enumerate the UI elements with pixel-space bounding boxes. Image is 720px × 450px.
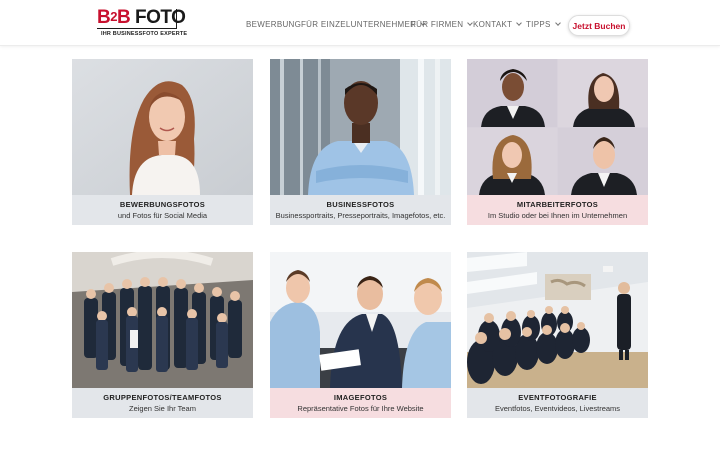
card-title: EVENTFOTOGRAFIE bbox=[518, 393, 597, 402]
nav-item-bewerbung[interactable]: BEWERBUNG bbox=[246, 20, 301, 29]
card-caption: BEWERBUNGSFOTOS und Fotos für Social Med… bbox=[72, 195, 253, 225]
card-caption: BUSINESSFOTOS Businessportraits, Pressep… bbox=[270, 195, 451, 225]
card-subtitle: und Fotos für Social Media bbox=[117, 211, 208, 220]
book-now-button[interactable]: Jetzt Buchen bbox=[568, 15, 630, 36]
card-caption: GRUPPENFOTOS/TEAMFOTOS Zeigen Sie Ihr Te… bbox=[72, 388, 253, 418]
nav-item-einzelunternehmer[interactable]: FÜR EINZELUNTERNEHMER bbox=[301, 20, 427, 29]
chevron-down-icon bbox=[516, 20, 523, 26]
businessman-image[interactable] bbox=[270, 59, 451, 195]
nav-item-firmen[interactable]: FÜR FIRMEN bbox=[411, 20, 474, 29]
card-title: BEWERBUNGSFOTOS bbox=[119, 200, 206, 209]
logo-tagline: IHR BUSINESSFOTO EXPERTE bbox=[101, 31, 188, 37]
chevron-down-icon bbox=[554, 20, 561, 26]
card-title: MITARBEITERFOTOS bbox=[516, 200, 599, 209]
site-logo[interactable]: B2B FOTO IHR BUSINESSFOTO EXPERTE bbox=[97, 7, 187, 41]
conference-image[interactable] bbox=[467, 252, 648, 388]
card-caption: EVENTFOTOGRAFIE Eventfotos, Eventvideos,… bbox=[467, 388, 648, 418]
card-caption: IMAGEFOTOS Repräsentative Fotos für Ihre… bbox=[270, 388, 451, 418]
team-group-image[interactable] bbox=[72, 252, 253, 388]
logo-wordmark: B2B FOTO bbox=[97, 7, 186, 28]
site-header: B2B FOTO IHR BUSINESSFOTO EXPERTE BEWERB… bbox=[0, 0, 720, 46]
nav-item-tipps[interactable]: TIPPS bbox=[526, 20, 561, 29]
meeting-image[interactable] bbox=[270, 252, 451, 388]
card-caption: MITARBEITERFOTOS Im Studio oder bei Ihne… bbox=[467, 195, 648, 225]
card-subtitle: Repräsentative Fotos für Ihre Website bbox=[297, 404, 424, 413]
nav-item-kontakt[interactable]: KONTAKT bbox=[473, 20, 523, 29]
card-subtitle: Eventfotos, Eventvideos, Livestreams bbox=[494, 404, 621, 413]
card-title: IMAGEFOTOS bbox=[333, 393, 388, 402]
card-subtitle: Businessportraits, Presseportraits, Imag… bbox=[275, 211, 446, 220]
card-subtitle: Im Studio oder bei Ihnen im Unternehmen bbox=[487, 211, 628, 220]
employee-headshots-image[interactable] bbox=[467, 59, 648, 195]
portrait-woman-image[interactable] bbox=[72, 59, 253, 195]
card-title: BUSINESSFOTOS bbox=[326, 200, 395, 209]
card-title: GRUPPENFOTOS/TEAMFOTOS bbox=[103, 393, 222, 402]
card-subtitle: Zeigen Sie Ihr Team bbox=[129, 404, 196, 413]
